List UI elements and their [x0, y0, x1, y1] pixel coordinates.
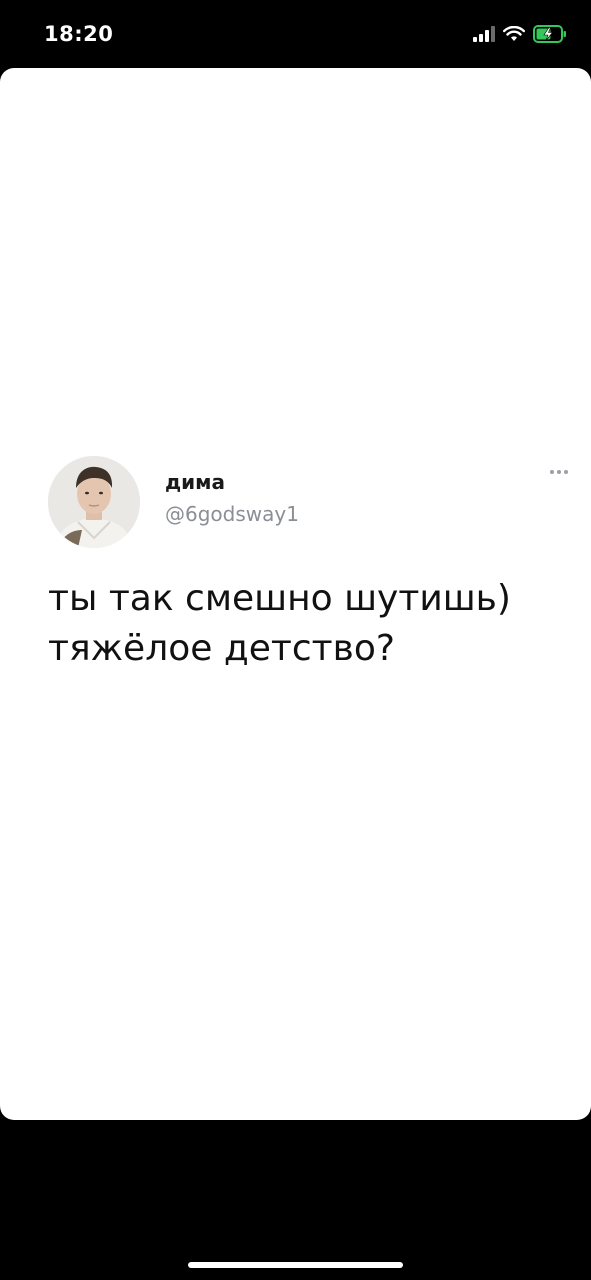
- author-name[interactable]: дима: [165, 470, 225, 494]
- status-icons: [473, 25, 567, 43]
- status-time: 18:20: [44, 22, 114, 46]
- home-indicator[interactable]: [188, 1262, 403, 1268]
- cellular-signal-icon: [473, 26, 495, 42]
- author-handle[interactable]: @6godsway1: [165, 502, 299, 526]
- avatar-photo: [48, 456, 140, 548]
- avatar[interactable]: [48, 456, 140, 548]
- wifi-icon: [503, 26, 525, 41]
- more-options-icon[interactable]: [550, 470, 568, 474]
- battery-charging-icon: [533, 25, 566, 43]
- more-dot: [550, 470, 554, 474]
- more-dot: [557, 470, 561, 474]
- tweet-text: ты так смешно шутишь) тяжёлое детство?: [48, 578, 511, 669]
- status-bar: 18:20: [0, 0, 591, 68]
- tweet-card: дима @6godsway1 ты так смешно шутишь) тя…: [0, 68, 591, 1120]
- more-dot: [564, 470, 568, 474]
